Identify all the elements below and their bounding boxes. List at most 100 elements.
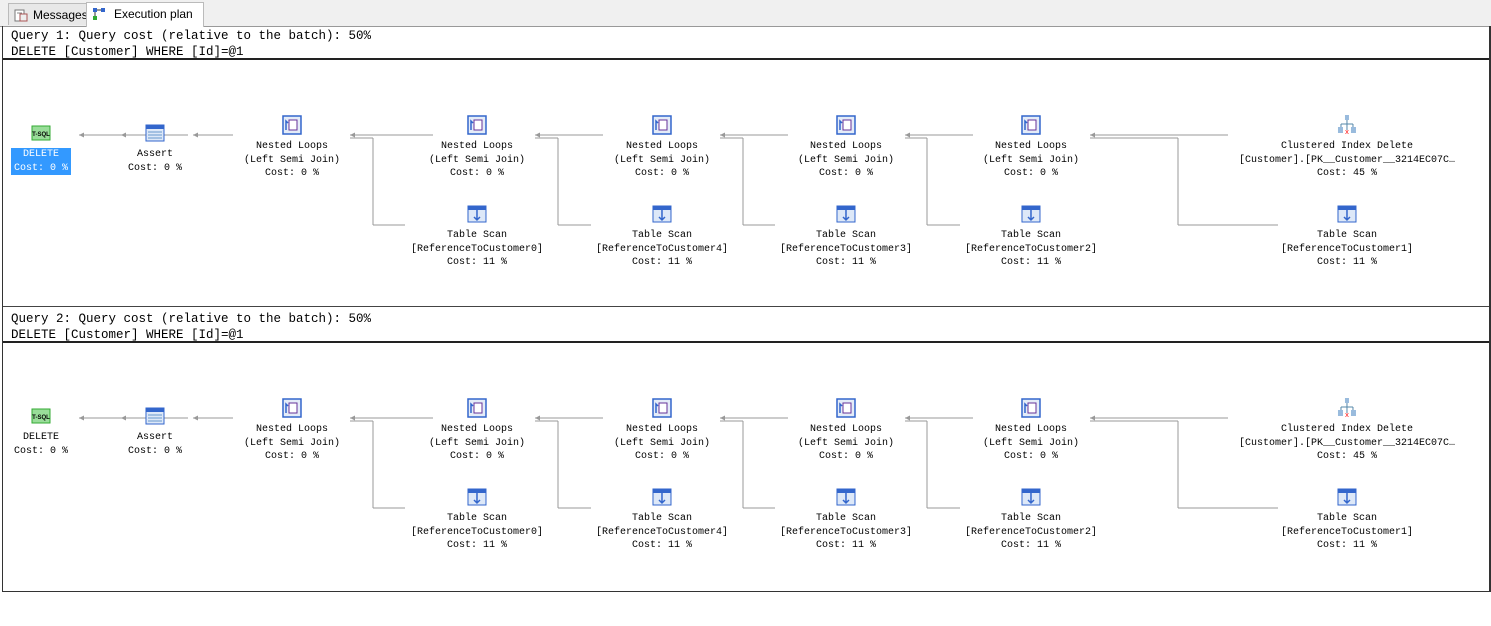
tab-label: Execution plan	[114, 7, 193, 21]
plan-node-nested-loops[interactable]: Nested Loops (Left Semi Join) Cost: 0 %	[614, 114, 710, 181]
node-cost: Cost: 0 %	[1003, 451, 1059, 462]
node-label: Table Scan	[1316, 513, 1377, 524]
node-label: Clustered Index Delete	[1280, 424, 1414, 435]
node-text: Nested Loops (Left Semi Join) Cost: 0 %	[798, 140, 894, 181]
node-label: (Left Semi Join)	[797, 437, 895, 449]
node-text: Table Scan [ReferenceToCustomer3] Cost: 11…	[780, 512, 912, 553]
node-text: Nested Loops (Left Semi Join) Cost: 0 %	[429, 140, 525, 181]
plan-node-nested-loops[interactable]: Nested Loops (Left Semi Join) Cost: 0 %	[244, 397, 340, 464]
node-label: Nested Loops	[809, 424, 883, 435]
node-text: Nested Loops (Left Semi Join) Cost: 0 %	[429, 423, 525, 464]
node-text: Assert Cost: 0 %	[128, 148, 182, 175]
svg-text:x: x	[1345, 412, 1349, 419]
node-cost: Cost: 0 %	[818, 451, 874, 462]
node-cost: Cost: 11 %	[631, 257, 692, 268]
result-tabs: Messages Execution plan	[0, 0, 1491, 27]
node-cost: Cost: 11 %	[1000, 257, 1061, 268]
node-label: Table Scan	[631, 230, 692, 241]
node-text: DELETE Cost: 0 %	[14, 431, 68, 458]
node-cost: Cost: 0 %	[127, 162, 183, 174]
tsql-icon: T-SQL	[31, 408, 51, 424]
node-cost: Cost: 0 %	[264, 451, 320, 462]
node-text: DELETE Cost: 0 %	[10, 148, 72, 175]
table-scan-icon	[1337, 205, 1357, 223]
plan-node-nested-loops[interactable]: Nested Loops (Left Semi Join) Cost: 0 %	[614, 397, 710, 464]
node-label: DELETE	[22, 432, 60, 443]
node-text: Nested Loops (Left Semi Join) Cost: 0 %	[798, 423, 894, 464]
node-cost: Cost: 11 %	[446, 257, 507, 268]
plan-node-table-scan[interactable]: Table Scan [ReferenceToCustomer2] Cost: 11…	[965, 203, 1097, 270]
node-cost: Cost: 0 %	[634, 451, 690, 462]
node-label: Nested Loops	[994, 141, 1068, 152]
node-label: Table Scan	[1316, 230, 1377, 241]
node-text: Nested Loops (Left Semi Join) Cost: 0 %	[244, 140, 340, 181]
plan-node-nested-loops[interactable]: Nested Loops (Left Semi Join) Cost: 0 %	[983, 397, 1079, 464]
tab-execution-plan[interactable]: Execution plan	[86, 2, 204, 27]
plan-node-nested-loops[interactable]: Nested Loops (Left Semi Join) Cost: 0 %	[798, 114, 894, 181]
tab-messages[interactable]: Messages	[8, 3, 95, 25]
node-text: Nested Loops (Left Semi Join) Cost: 0 %	[614, 140, 710, 181]
table-scan-icon	[652, 205, 672, 223]
plan-node-table-scan[interactable]: Table Scan [ReferenceToCustomer0] Cost: 11…	[411, 203, 543, 270]
plan-node-nested-loops[interactable]: Nested Loops (Left Semi Join) Cost: 0 %	[798, 397, 894, 464]
nested-loops-icon	[652, 115, 672, 135]
node-cost: Cost: 11 %	[446, 540, 507, 551]
plan-node-table-scan[interactable]: Table Scan [ReferenceToCustomer3] Cost: 11…	[780, 486, 912, 553]
assert-icon	[145, 407, 165, 425]
table-scan-icon	[652, 488, 672, 506]
plan-node-table-scan[interactable]: Table Scan [ReferenceToCustomer4] Cost: 11…	[596, 486, 728, 553]
node-label: [ReferenceToCustomer2]	[964, 243, 1098, 255]
node-label: [ReferenceToCustomer2]	[964, 526, 1098, 538]
plan-node-table-scan[interactable]: Table Scan [ReferenceToCustomer1] Cost: 11…	[1281, 486, 1413, 553]
node-text: Nested Loops (Left Semi Join) Cost: 0 %	[983, 423, 1079, 464]
plan-node-nested-loops[interactable]: Nested Loops (Left Semi Join) Cost: 0 %	[983, 114, 1079, 181]
node-label: [ReferenceToCustomer1]	[1280, 243, 1414, 255]
clustered-index-delete-icon: x	[1337, 398, 1356, 419]
node-cost: Cost: 0 %	[818, 168, 874, 179]
plan-node-table-scan[interactable]: Table Scan [ReferenceToCustomer1] Cost: 11…	[1281, 203, 1413, 270]
node-label: Table Scan	[446, 513, 507, 524]
plan-node-table-scan[interactable]: Table Scan [ReferenceToCustomer2] Cost: 11…	[965, 486, 1097, 553]
execution-plan-pane: Query 1: Query cost (relative to the bat…	[2, 26, 1491, 592]
node-label: (Left Semi Join)	[982, 154, 1080, 166]
plan-node-assert[interactable]: Assert Cost: 0 %	[128, 405, 182, 458]
tab-label: Messages	[33, 8, 88, 22]
node-cost: Cost: 11 %	[1000, 540, 1061, 551]
plan-connectors	[79, 132, 1278, 226]
node-cost: Cost: 11 %	[1316, 257, 1377, 268]
query-plan-1[interactable]: Query 1: Query cost (relative to the bat…	[3, 26, 1489, 309]
node-text: Table Scan [ReferenceToCustomer1] Cost: 11…	[1281, 512, 1413, 553]
node-label: Table Scan	[1000, 513, 1061, 524]
plan-node-table-scan[interactable]: Table Scan [ReferenceToCustomer4] Cost: 11…	[596, 203, 728, 270]
node-label: Table Scan	[631, 513, 692, 524]
plan-node-table-scan[interactable]: Table Scan [ReferenceToCustomer3] Cost: 11…	[780, 203, 912, 270]
nested-loops-icon	[1021, 398, 1041, 418]
node-text: Nested Loops (Left Semi Join) Cost: 0 %	[983, 140, 1079, 181]
plan-node-clustered-index-delete[interactable]: x Clustered Index Delete [Customer].[PK__C…	[1239, 397, 1455, 464]
node-text: Table Scan [ReferenceToCustomer1] Cost: 11…	[1281, 229, 1413, 270]
plan-node-tsql[interactable]: T-SQL DELETE Cost: 0 %	[10, 122, 72, 175]
node-label: Nested Loops	[255, 424, 329, 435]
plan-node-nested-loops[interactable]: Nested Loops (Left Semi Join) Cost: 0 %	[429, 397, 525, 464]
query-plan-2[interactable]: Query 2: Query cost (relative to the bat…	[3, 309, 1489, 592]
node-text: Clustered Index Delete [Customer].[PK__Cu…	[1239, 423, 1455, 464]
node-text: Clustered Index Delete [Customer].[PK__Cu…	[1239, 140, 1455, 181]
nested-loops-icon	[467, 398, 487, 418]
plan-node-nested-loops[interactable]: Nested Loops (Left Semi Join) Cost: 0 %	[244, 114, 340, 181]
node-text: Nested Loops (Left Semi Join) Cost: 0 %	[614, 423, 710, 464]
node-cost: Cost: 11 %	[815, 540, 876, 551]
nested-loops-icon	[282, 398, 302, 418]
plan-node-clustered-index-delete[interactable]: x Clustered Index Delete [Customer].[PK__C…	[1239, 114, 1455, 181]
node-text: Assert Cost: 0 %	[128, 431, 182, 458]
query-header: Query 1: Query cost (relative to the bat…	[3, 26, 1489, 60]
node-cost: Cost: 45 %	[1316, 168, 1378, 179]
query-sql: DELETE [Customer] WHERE [Id]=@1	[11, 45, 244, 59]
svg-text:T-SQL: T-SQL	[32, 415, 50, 421]
plan-node-assert[interactable]: Assert Cost: 0 %	[128, 122, 182, 175]
node-text: Table Scan [ReferenceToCustomer2] Cost: 11…	[965, 229, 1097, 270]
node-text: Table Scan [ReferenceToCustomer3] Cost: 11…	[780, 229, 912, 270]
plan-node-table-scan[interactable]: Table Scan [ReferenceToCustomer0] Cost: 11…	[411, 486, 543, 553]
plan-node-nested-loops[interactable]: Nested Loops (Left Semi Join) Cost: 0 %	[429, 114, 525, 181]
node-label: Nested Loops	[625, 141, 699, 152]
plan-node-tsql[interactable]: T-SQL DELETE Cost: 0 %	[14, 405, 68, 458]
